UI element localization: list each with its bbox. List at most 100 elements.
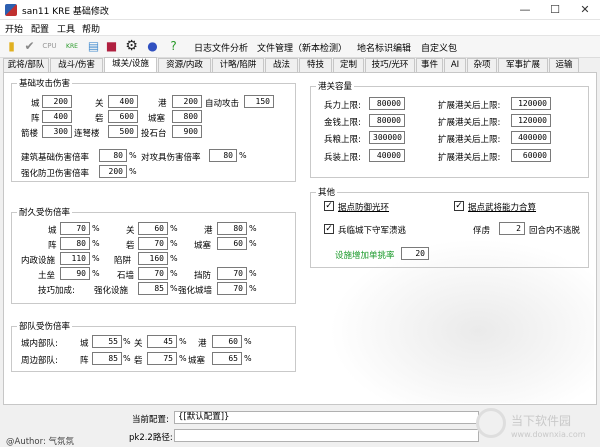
troop-camp-input[interactable]: 85 — [92, 352, 122, 365]
auto-attack-input[interactable]: 150 — [244, 95, 274, 108]
tab-tactics[interactable]: 战法 — [265, 58, 298, 73]
base-port-input[interactable]: 200 — [172, 95, 202, 108]
dur-citadel-input[interactable]: 60 — [217, 237, 247, 250]
tab-aura[interactable]: 技巧/光环 — [365, 58, 415, 73]
cap-weapons-ext-input[interactable]: 60000 — [511, 149, 551, 162]
base-fort-input[interactable]: 600 — [108, 110, 138, 123]
placename-edit-button[interactable]: 地名标识编辑 — [357, 41, 411, 54]
log-analysis-button[interactable]: 日志文件分析 — [194, 41, 248, 54]
tab-city[interactable]: 城关/设施 — [104, 57, 157, 73]
cap-troops-ext-input[interactable]: 120000 — [511, 97, 551, 110]
troop-port-input[interactable]: 60 — [212, 335, 242, 348]
dur-stonewall-input[interactable]: 70 — [138, 267, 168, 280]
dur-dike-input[interactable]: 70 — [217, 267, 247, 280]
tab-skills[interactable]: 特技 — [299, 58, 332, 73]
dur-earthwork-label: 土垒 — [38, 271, 56, 281]
dur-camp-input[interactable]: 80 — [60, 237, 90, 250]
captive-input[interactable]: 2 — [499, 222, 525, 235]
dur-pass-input[interactable]: 60 — [138, 222, 168, 235]
troop-pass-input[interactable]: 45 — [147, 335, 177, 348]
save-icon[interactable]: ■ — [104, 39, 119, 54]
defense-dmg-input[interactable]: 200 — [99, 165, 127, 178]
dur-fort-input[interactable]: 70 — [138, 237, 168, 250]
ability-sum-checkbox[interactable]: ✓ — [454, 201, 464, 211]
check-icon[interactable]: ✔ — [22, 39, 37, 54]
dur-port-label: 港 — [204, 226, 213, 236]
garrison-flee-checkbox[interactable]: ✓ — [324, 224, 334, 234]
tab-bar: 武将/部队 战斗/伤害 城关/设施 资源/内政 计略/陷阱 战法 特技 定制 技… — [0, 57, 600, 73]
palette-icon[interactable]: ● — [145, 39, 160, 54]
dur-facility-input[interactable]: 110 — [60, 252, 90, 265]
document-icon[interactable]: ▤ — [86, 39, 101, 54]
gear-icon[interactable]: ⚙ — [124, 39, 139, 54]
close-button[interactable]: ✕ — [570, 0, 600, 20]
custom-pack-button[interactable]: 自定义包 — [421, 41, 457, 54]
cap-troops-input[interactable]: 80000 — [369, 97, 405, 110]
menu-start[interactable]: 开始 — [5, 22, 23, 35]
crossbow-tower-input[interactable]: 500 — [108, 125, 138, 138]
menu-help[interactable]: 帮助 — [82, 22, 100, 35]
tab-battle[interactable]: 战斗/伤害 — [50, 58, 103, 73]
dur-city-input[interactable]: 70 — [60, 222, 90, 235]
durability-title: 耐久受伤倍率 — [17, 206, 73, 218]
captive-label: 俘虏 — [473, 226, 491, 236]
building-dmg-label: 建筑基础伤害倍率 — [21, 153, 90, 163]
arrow-tower-input[interactable]: 300 — [42, 125, 72, 138]
catapult-label: 投石台 — [141, 129, 167, 139]
help-icon[interactable]: ? — [166, 39, 181, 54]
tab-military[interactable]: 军事扩展 — [498, 58, 548, 73]
config-field[interactable]: {[默认配置]} — [174, 411, 479, 424]
cap-weapons-input[interactable]: 40000 — [369, 149, 405, 162]
title-bar: san11 KRE 基础修改 — ☐ ✕ — [0, 0, 600, 20]
tab-resources[interactable]: 资源/内政 — [158, 58, 211, 73]
tab-ai[interactable]: AI — [444, 58, 466, 73]
tab-misc[interactable]: 杂项 — [467, 58, 497, 73]
cap-food-input[interactable]: 300000 — [369, 131, 405, 144]
base-pass-input[interactable]: 400 — [108, 95, 138, 108]
folder-icon[interactable]: ▮ — [4, 39, 19, 54]
base-camp-input[interactable]: 400 — [42, 110, 72, 123]
cap-food-ext-input[interactable]: 400000 — [511, 131, 551, 144]
cap-gold-ext-input[interactable]: 120000 — [511, 114, 551, 127]
watermark-url: www.downxia.com — [511, 430, 586, 439]
tab-custom[interactable]: 定制 — [333, 58, 364, 73]
other-title: 其他 — [316, 186, 338, 198]
troop-around-label: 周边部队: — [21, 356, 58, 366]
maximize-button[interactable]: ☐ — [540, 0, 570, 20]
base-city-input[interactable]: 200 — [42, 95, 72, 108]
tab-transport[interactable]: 运输 — [549, 58, 579, 73]
main-panel: 基础攻击伤害 城 200 关 400 港 200 自动攻击 150 阵 400 … — [3, 72, 597, 405]
window-title: san11 KRE 基础修改 — [22, 7, 109, 17]
defense-aura-checkbox[interactable]: ✓ — [324, 201, 334, 211]
pct-unit: % — [170, 269, 178, 278]
menu-tools[interactable]: 工具 — [57, 22, 75, 35]
dur-port-input[interactable]: 80 — [217, 222, 247, 235]
dur-earthwork-input[interactable]: 90 — [60, 267, 90, 280]
duel-rate-input[interactable]: 20 — [401, 247, 429, 260]
tab-strategy[interactable]: 计略/陷阱 — [212, 58, 264, 73]
dur-reinforce-wall-input[interactable]: 70 — [217, 282, 247, 295]
troop-citadel-label: 城塞 — [188, 356, 206, 366]
cpu-icon[interactable]: CPU — [42, 39, 57, 54]
troop-city-input[interactable]: 55 — [92, 335, 122, 348]
menu-config[interactable]: 配置 — [31, 22, 49, 35]
troop-fort-input[interactable]: 75 — [147, 352, 177, 365]
watermark-text: 当下软件园 — [511, 414, 572, 428]
kre-icon[interactable]: KRE — [62, 39, 82, 54]
pct-unit: % — [123, 337, 131, 346]
path-field[interactable] — [174, 429, 479, 442]
dur-trap-input[interactable]: 160 — [138, 252, 168, 265]
troop-city-label: 城 — [80, 339, 89, 349]
base-citadel-input[interactable]: 800 — [172, 110, 202, 123]
catapult-input[interactable]: 900 — [172, 125, 202, 138]
file-manager-button[interactable]: 文件管理（新本检测） — [257, 41, 347, 54]
minimize-button[interactable]: — — [510, 0, 540, 20]
troop-citadel-input[interactable]: 65 — [212, 352, 242, 365]
siege-dmg-input[interactable]: 80 — [209, 149, 237, 162]
cap-gold-input[interactable]: 80000 — [369, 114, 405, 127]
dur-reinforce-facility-input[interactable]: 85 — [138, 282, 168, 295]
tab-events[interactable]: 事件 — [416, 58, 443, 73]
tab-generals[interactable]: 武将/部队 — [3, 58, 49, 73]
auto-attack-label: 自动攻击 — [205, 99, 240, 109]
building-dmg-input[interactable]: 80 — [99, 149, 127, 162]
